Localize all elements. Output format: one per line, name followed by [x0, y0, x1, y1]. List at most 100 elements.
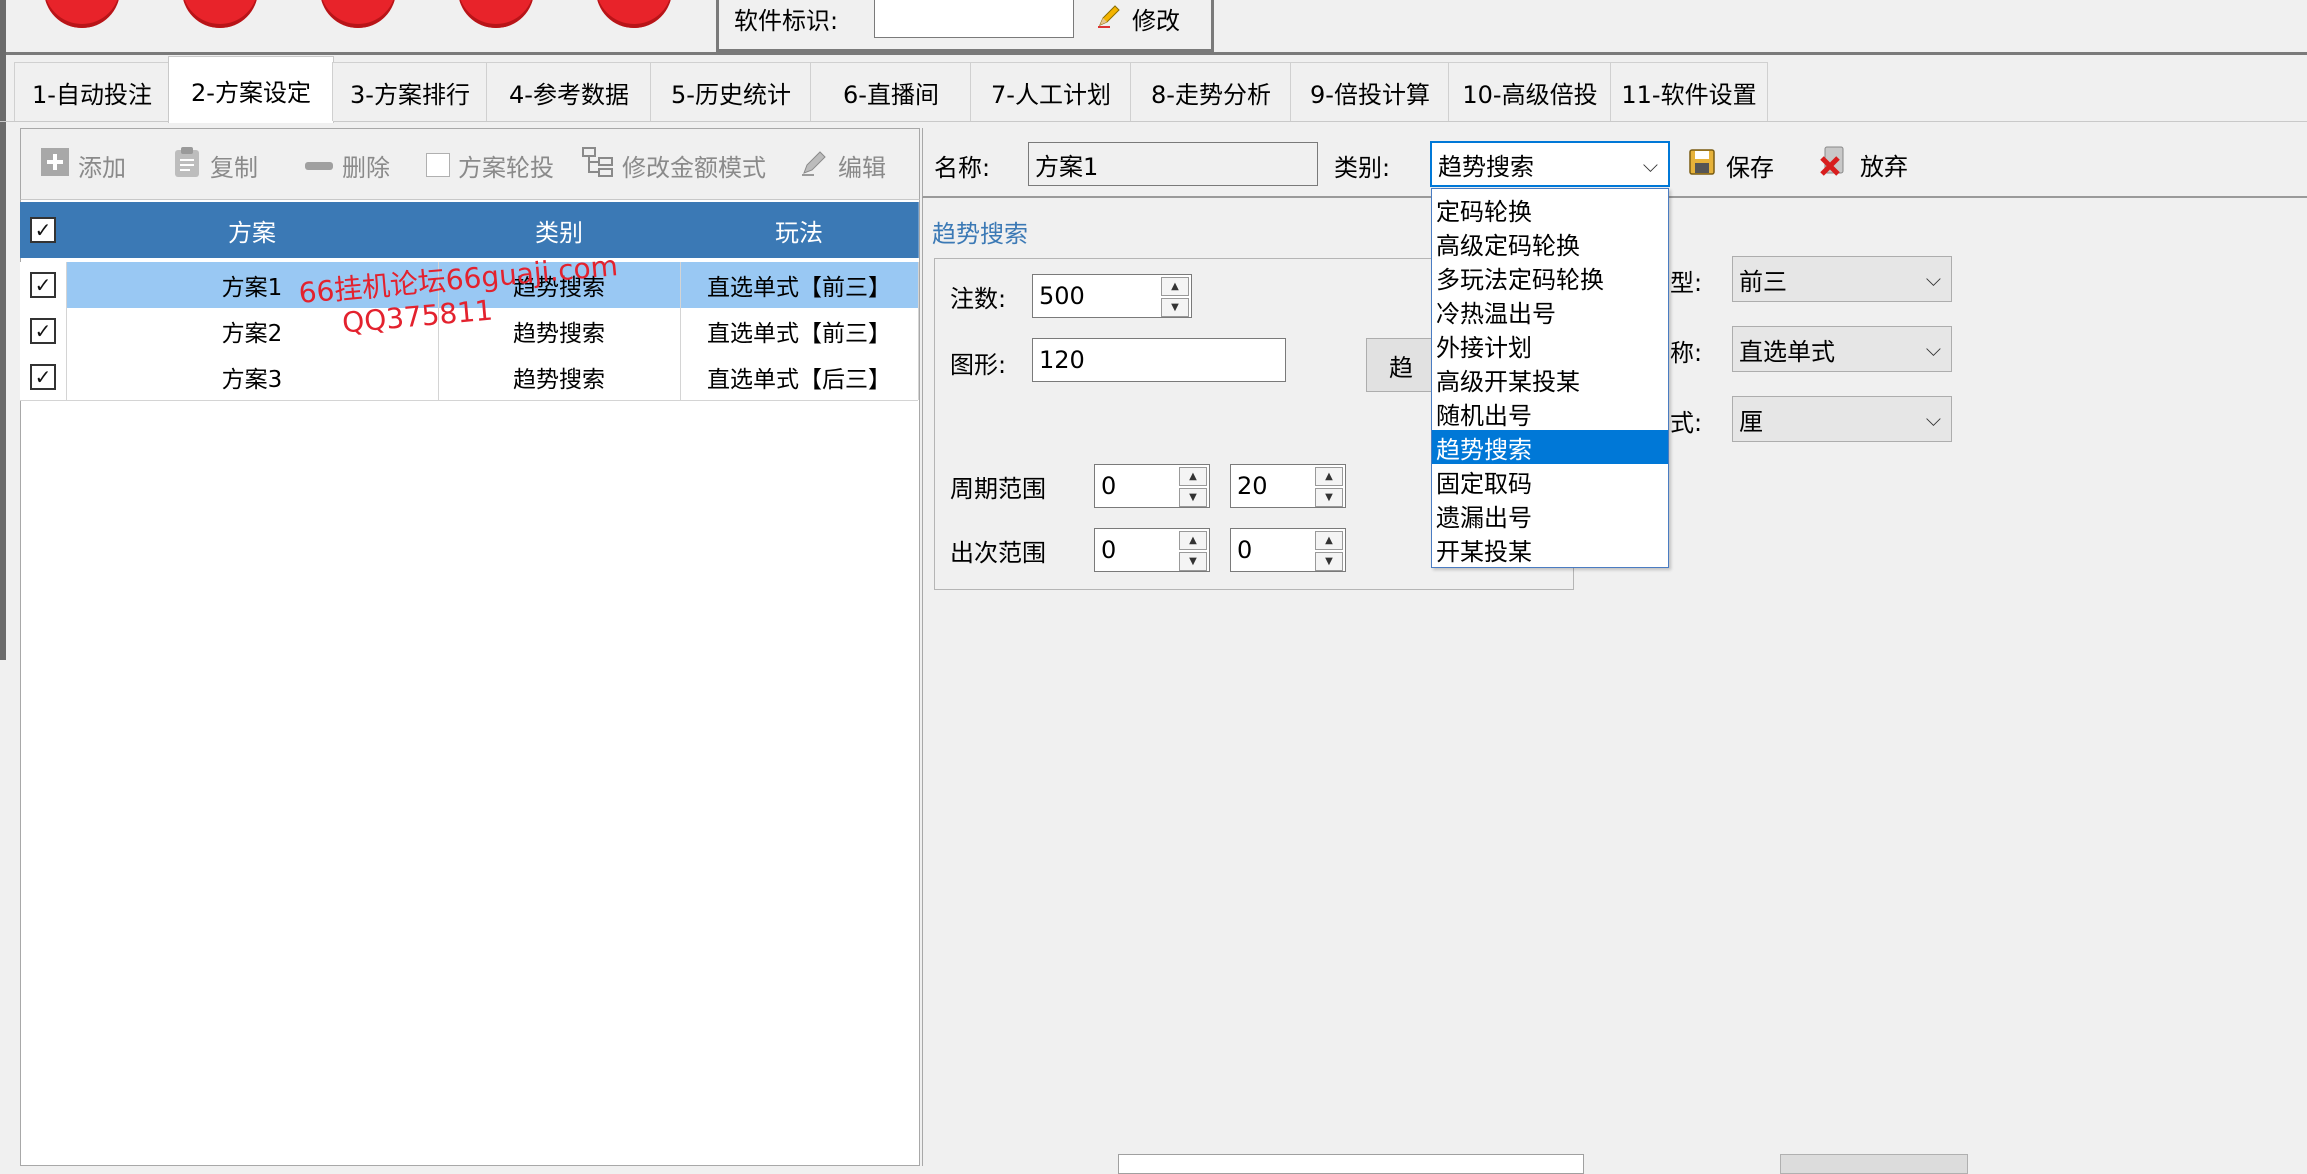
dropdown-item-missing-number[interactable]: 遗漏出号 [1432, 498, 1668, 532]
trend-action-button[interactable]: 趋 [1366, 338, 1436, 392]
type-select-value: 前三 [1739, 267, 1787, 296]
dropdown-item-hot-cold-warm[interactable]: 冷热温出号 [1432, 294, 1668, 328]
copy-button[interactable]: 复制 [172, 146, 258, 184]
category-select-value: 趋势搜索 [1438, 152, 1534, 181]
type-select[interactable]: 前三 ⌵ [1732, 256, 1952, 302]
bottom-button[interactable] [1780, 1154, 1968, 1174]
play-name-label: 称: [1670, 338, 1703, 367]
dropdown-item-fixed-code-rotation[interactable]: 定码轮换 [1432, 192, 1668, 226]
bets-spin[interactable]: ▲ ▼ [1161, 277, 1189, 317]
hits-range-label: 出次范围 [950, 538, 1046, 567]
shape-input[interactable]: 120 [1032, 338, 1286, 382]
period-range-label: 周期范围 [950, 474, 1046, 503]
tab-advanced-multiplier[interactable]: 10-高级倍投 [1448, 62, 1612, 121]
dropdown-item-external-plan[interactable]: 外接计划 [1432, 328, 1668, 362]
select-all-checkbox[interactable]: ✓ [30, 217, 56, 243]
software-id-input[interactable] [874, 0, 1074, 38]
dropdown-item-advanced-fixed-code-rotation[interactable]: 高级定码轮换 [1432, 226, 1668, 260]
floppy-disk-icon [1688, 148, 1716, 182]
period-to-value: 20 [1237, 472, 1268, 500]
spin-up-icon[interactable]: ▲ [1315, 531, 1343, 550]
row-checkbox-cell[interactable]: ✓ [20, 354, 67, 400]
software-id-label: 软件标识: [734, 6, 839, 35]
mode-select[interactable]: 厘 ⌵ [1732, 396, 1952, 442]
edit-label: 编辑 [838, 153, 886, 182]
window-left-edge [0, 0, 6, 660]
dropdown-item-fixed-pick[interactable]: 固定取码 [1432, 464, 1668, 498]
category-select[interactable]: 趋势搜索 ⌵ [1430, 141, 1670, 187]
category-label: 类别: [1334, 153, 1391, 182]
modify-button[interactable]: 修改 [1096, 0, 1180, 36]
play-name-select-value: 直选单式 [1739, 337, 1835, 366]
shape-label: 图形: [950, 350, 1007, 379]
spin-down-icon[interactable]: ▼ [1315, 488, 1343, 507]
tab-reference-data[interactable]: 4-参考数据 [486, 62, 652, 121]
save-button[interactable]: 保存 [1688, 148, 1774, 182]
spin-down-icon[interactable]: ▼ [1315, 552, 1343, 571]
modify-label: 修改 [1132, 6, 1180, 35]
copy-label: 复制 [210, 153, 258, 182]
mode-select-value: 厘 [1739, 407, 1763, 436]
tab-software-settings[interactable]: 11-软件设置 [1610, 62, 1768, 121]
spin-up-icon[interactable]: ▲ [1315, 467, 1343, 486]
tab-auto-bet[interactable]: 1-自动投注 [14, 62, 170, 121]
chevron-down-icon: ⌵ [1925, 407, 1941, 431]
tab-plan-ranking[interactable]: 3-方案排行 [332, 62, 488, 121]
clipboard-icon [172, 146, 202, 184]
spin-up-icon[interactable]: ▲ [1179, 467, 1207, 486]
period-from-stepper[interactable]: 0 ▲ ▼ [1094, 464, 1210, 508]
hits-from-value: 0 [1101, 536, 1117, 564]
table-row[interactable]: ✓ 方案3 趋势搜索 直选单式【后三】 [20, 354, 919, 401]
spin-up-icon[interactable]: ▲ [1179, 531, 1207, 550]
dropdown-item-trend-search[interactable]: 趋势搜索 [1432, 430, 1668, 464]
amount-mode-label: 修改金额模式 [622, 153, 766, 182]
tab-multiplier-calc[interactable]: 9-倍投计算 [1290, 62, 1450, 121]
dropdown-item-open-bet[interactable]: 开某投某 [1432, 532, 1668, 566]
bottom-input[interactable] [1118, 1154, 1584, 1174]
tab-manual-plan[interactable]: 7-人工计划 [970, 62, 1132, 121]
row-checkbox-cell[interactable]: ✓ [20, 262, 67, 308]
column-header-plan[interactable]: 方案 [66, 202, 439, 258]
add-button[interactable]: 添加 [40, 148, 126, 182]
section-title: 趋势搜索 [932, 219, 1028, 248]
bets-stepper[interactable]: 500 ▲ ▼ [1032, 274, 1192, 318]
plan-rotate-label: 方案轮投 [458, 153, 554, 182]
spin-down-icon[interactable]: ▼ [1179, 488, 1207, 507]
tab-history-stats[interactable]: 5-历史统计 [650, 62, 812, 121]
bets-value: 500 [1039, 282, 1085, 310]
play-cell: 直选单式【后三】 [680, 354, 919, 400]
row-checkbox[interactable]: ✓ [30, 272, 56, 298]
tab-trend-analysis[interactable]: 8-走势分析 [1130, 62, 1292, 121]
dropdown-item-advanced-open-bet[interactable]: 高级开某投某 [1432, 362, 1668, 396]
discard-button[interactable]: 放弃 [1818, 146, 1908, 182]
add-label: 添加 [78, 153, 126, 182]
edit-button[interactable]: 编辑 [800, 148, 886, 182]
period-to-spin[interactable]: ▲ ▼ [1315, 467, 1343, 507]
dropdown-item-multi-play-fixed-code-rotation[interactable]: 多玩法定码轮换 [1432, 260, 1668, 294]
tab-live-room[interactable]: 6-直播间 [810, 62, 972, 121]
hits-to-stepper[interactable]: 0 ▲ ▼ [1230, 528, 1346, 572]
plan-rotate-checkbox[interactable]: 方案轮投 [426, 148, 554, 182]
amount-mode-button[interactable]: 修改金额模式 [582, 147, 766, 182]
delete-button[interactable]: 删除 [304, 148, 390, 182]
hits-from-stepper[interactable]: 0 ▲ ▼ [1094, 528, 1210, 572]
period-from-spin[interactable]: ▲ ▼ [1179, 467, 1207, 507]
dropdown-item-random-number[interactable]: 随机出号 [1432, 396, 1668, 430]
play-name-select[interactable]: 直选单式 ⌵ [1732, 326, 1952, 372]
hits-from-spin[interactable]: ▲ ▼ [1179, 531, 1207, 571]
spin-down-icon[interactable]: ▼ [1179, 552, 1207, 571]
tab-baseline [0, 121, 2307, 122]
period-to-stepper[interactable]: 20 ▲ ▼ [1230, 464, 1346, 508]
row-checkbox[interactable]: ✓ [30, 318, 56, 344]
row-checkbox[interactable]: ✓ [30, 364, 56, 390]
tab-plan-settings[interactable]: 2-方案设定 [168, 56, 334, 123]
save-label: 保存 [1726, 153, 1774, 182]
select-all-header[interactable]: ✓ [20, 202, 67, 258]
row-checkbox-cell[interactable]: ✓ [20, 308, 67, 354]
plan-name-input[interactable]: 方案1 [1028, 142, 1318, 186]
column-header-play[interactable]: 玩法 [680, 202, 919, 258]
category-cell: 趋势搜索 [438, 354, 681, 400]
spin-up-icon[interactable]: ▲ [1161, 277, 1189, 296]
spin-down-icon[interactable]: ▼ [1161, 298, 1189, 317]
hits-to-spin[interactable]: ▲ ▼ [1315, 531, 1343, 571]
